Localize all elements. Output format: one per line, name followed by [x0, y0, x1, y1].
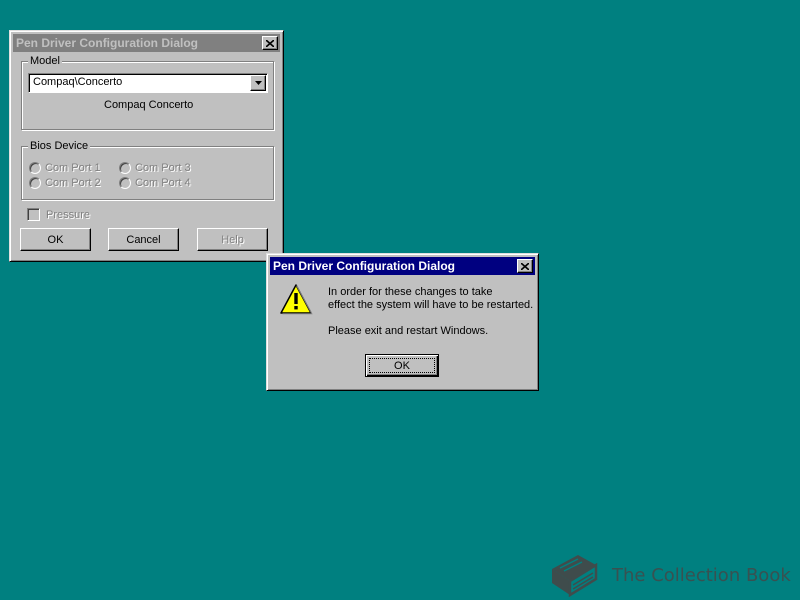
close-icon[interactable]: [517, 259, 533, 273]
restart-alert-dialog: Pen Driver Configuration Dialog In order…: [266, 253, 539, 391]
com-port-2-radio[interactable]: Com Port 2: [29, 177, 101, 189]
radio-button-icon: [29, 177, 41, 189]
pressure-label: Pressure: [46, 208, 91, 221]
config-dialog: Pen Driver Configuration Dialog Model Co…: [9, 30, 284, 262]
model-group-label: Model: [28, 54, 62, 68]
model-description: Compaq Concerto: [104, 99, 194, 111]
config-dialog-title: Pen Driver Configuration Dialog: [16, 36, 199, 50]
checkbox-icon: [27, 208, 40, 221]
watermark-text: The Collection Book: [612, 565, 791, 586]
com-port-4-label: Com Port 4: [135, 177, 191, 189]
com-port-3-radio[interactable]: Com Port 3: [119, 162, 191, 174]
com-port-2-label: Com Port 2: [45, 177, 101, 189]
pressure-checkbox[interactable]: Pressure: [27, 208, 90, 221]
focus-rect: [369, 358, 435, 373]
radio-button-icon: [119, 162, 131, 174]
alert-ok-button[interactable]: OK: [365, 354, 439, 377]
com-port-4-radio[interactable]: Com Port 4: [119, 177, 191, 189]
bios-device-group: Bios Device Com Port 1 Com Port 2 Com Po…: [21, 139, 274, 200]
model-group: Model Compaq\Concerto Compaq Concerto: [21, 54, 274, 130]
book-icon: [548, 551, 600, 600]
watermark: The Collection Book: [548, 551, 791, 600]
close-icon[interactable]: [262, 36, 278, 50]
model-select-value: Compaq\Concerto: [33, 76, 123, 88]
help-button[interactable]: Help: [197, 228, 268, 251]
alert-dialog-title: Pen Driver Configuration Dialog: [273, 259, 456, 273]
config-dialog-titlebar[interactable]: Pen Driver Configuration Dialog: [13, 34, 280, 52]
alert-message-line-2: effect the system will have to be restar…: [328, 299, 534, 311]
com-port-1-label: Com Port 1: [45, 162, 101, 174]
radio-button-icon: [29, 162, 41, 174]
alert-message-line-1: In order for these changes to take: [328, 286, 493, 298]
cancel-button[interactable]: Cancel: [108, 228, 179, 251]
alert-dialog-titlebar[interactable]: Pen Driver Configuration Dialog: [270, 257, 535, 275]
chevron-down-icon[interactable]: [250, 75, 266, 91]
model-select[interactable]: Compaq\Concerto: [28, 73, 268, 93]
alert-message-line-3: Please exit and restart Windows.: [328, 325, 489, 337]
bios-device-group-label: Bios Device: [28, 139, 91, 153]
com-port-3-label: Com Port 3: [135, 162, 191, 174]
radio-button-icon: [119, 177, 131, 189]
ok-button[interactable]: OK: [20, 228, 91, 251]
com-port-1-radio[interactable]: Com Port 1: [29, 162, 101, 174]
warning-icon: [279, 283, 313, 318]
